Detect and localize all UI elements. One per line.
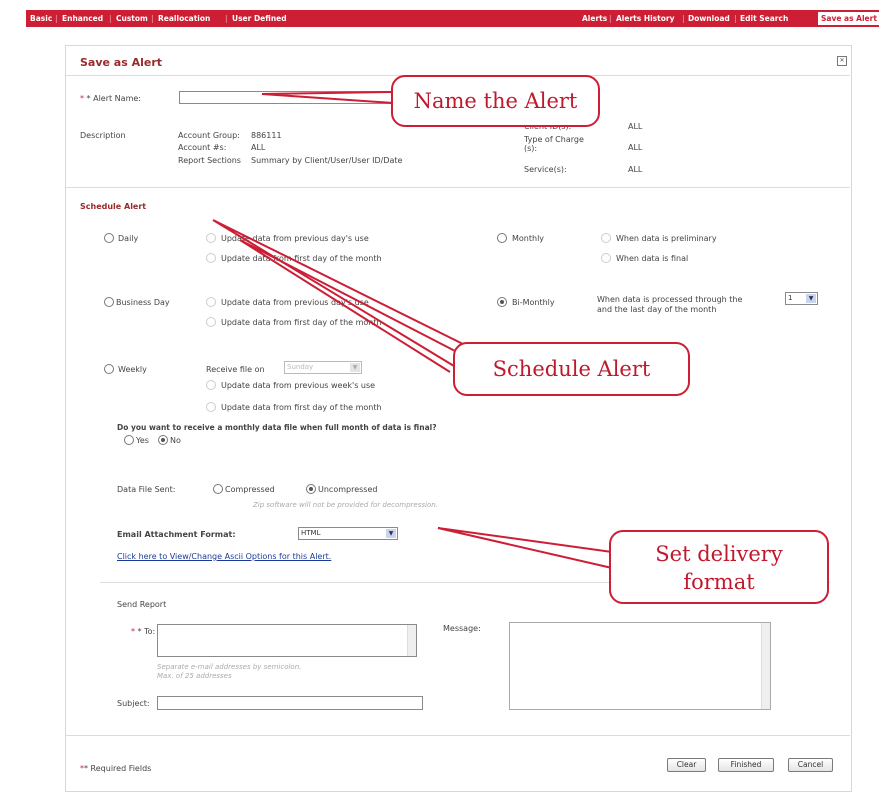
schedule-callout-pointer-2	[239, 239, 458, 373]
callout-schedule-alert: Schedule Alert	[453, 342, 690, 396]
name-callout-pointer	[261, 91, 394, 104]
callout-delivery-line1: Set delivery	[655, 542, 783, 566]
delivery-callout-pointer	[437, 527, 613, 569]
callout-set-delivery-format: Set delivery format	[609, 530, 829, 604]
callout-name-the-alert: Name the Alert	[391, 75, 600, 127]
schedule-callout-pointer-1	[212, 219, 466, 367]
callout-delivery-line2: format	[683, 570, 755, 594]
